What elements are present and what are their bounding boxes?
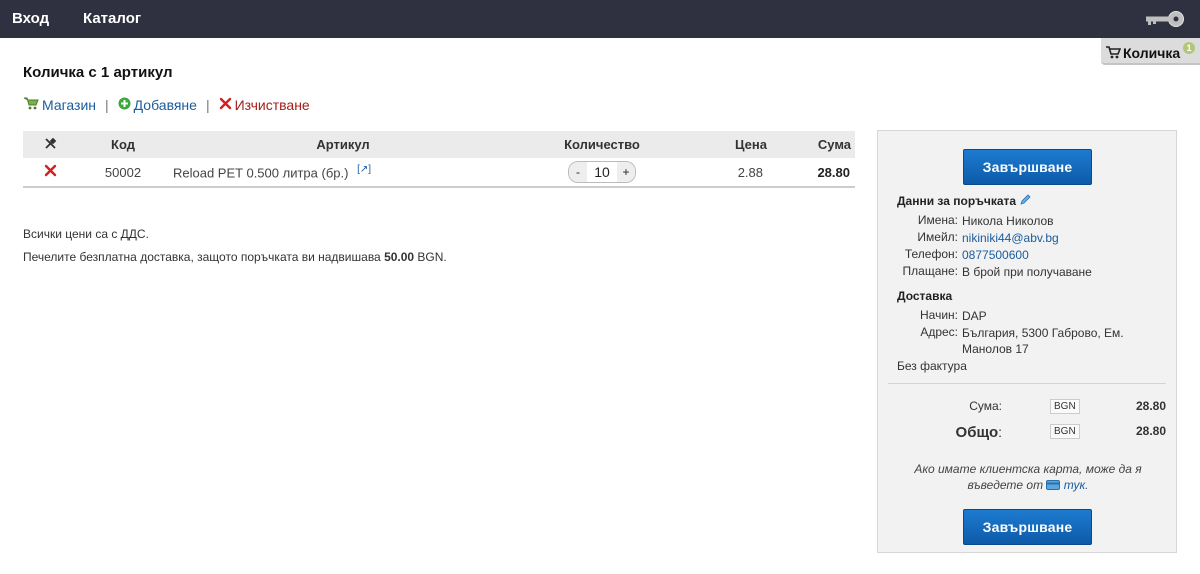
total-amount: 28.80 bbox=[1135, 424, 1166, 438]
add-circle-icon bbox=[118, 97, 131, 113]
cart-tab-label: Количка bbox=[1123, 45, 1181, 61]
client-card-link[interactable]: тук. bbox=[1064, 478, 1089, 492]
free-delivery-text: Печелите безплатна доставка, защото поръ… bbox=[23, 250, 385, 264]
add-link[interactable]: Добавяне bbox=[118, 97, 197, 113]
cart-icon bbox=[1106, 46, 1122, 62]
order-name-row: Имена: Никола Николов bbox=[878, 213, 1178, 229]
clear-cart-link[interactable]: Изчистване bbox=[219, 97, 310, 113]
method-value: DAP bbox=[962, 309, 987, 323]
finish-order-button-top[interactable]: Завършване bbox=[963, 149, 1092, 185]
item-price: 2.88 bbox=[686, 158, 776, 188]
name-label: Имена: bbox=[917, 213, 958, 227]
table-header-row: Код Артикул Количество Цена Сума bbox=[23, 131, 855, 158]
total-label: Общо: bbox=[956, 424, 1002, 441]
quantity-input[interactable]: 10 bbox=[587, 164, 617, 180]
payment-label: Плащане: bbox=[902, 264, 958, 278]
key-icon[interactable] bbox=[1144, 9, 1186, 32]
cart-table: Код Артикул Количество Цена Сума 50002 R… bbox=[23, 131, 855, 188]
delivery-method-row: Начин: DAP bbox=[878, 308, 1178, 324]
item-name-cell: Reload PET 0.500 литра (бр.) [↗] bbox=[168, 158, 518, 188]
header-sum: Сума bbox=[776, 131, 855, 158]
client-card-note: Ако имате клиентска карта, може да я във… bbox=[898, 461, 1158, 493]
remove-item-icon[interactable] bbox=[44, 164, 57, 180]
free-delivery-amount: 50.00 bbox=[384, 250, 415, 264]
email-label: Имейл: bbox=[917, 230, 958, 244]
table-row: 50002 Reload PET 0.500 литра (бр.) [↗] -… bbox=[23, 158, 855, 188]
cart-notes: Всички цени са с ДДС. Печелите безплатна… bbox=[23, 227, 447, 273]
header-price: Цена bbox=[686, 131, 776, 158]
header-item: Артикул bbox=[168, 131, 518, 158]
add-link-label: Добавяне bbox=[133, 97, 197, 113]
shop-link[interactable]: Магазин bbox=[23, 97, 97, 113]
payment-value: В брой при получаване bbox=[962, 265, 1092, 279]
invoice-note: Без фактура bbox=[897, 359, 967, 373]
address-label: Адрес: bbox=[920, 325, 958, 339]
cart-count-badge: 1 bbox=[1183, 42, 1195, 54]
total-label-word: Общо bbox=[955, 424, 999, 441]
page-title: Количка с 1 артикул bbox=[23, 64, 173, 81]
phone-label: Телефон: bbox=[904, 247, 958, 261]
method-label: Начин: bbox=[920, 308, 958, 322]
delivery-address-row: Адрес: България, 5300 Габрово, Ем. Манол… bbox=[878, 325, 1178, 357]
subtotal-row: Сума: BGN 28.80 bbox=[878, 399, 1178, 417]
header-code: Код bbox=[78, 131, 168, 158]
order-email-row: Имейл: nikiniki44@abv.bg bbox=[878, 230, 1178, 246]
subtotal-label: Сума: bbox=[969, 399, 1002, 413]
client-card-text: Ако имате клиентска карта, може да я във… bbox=[914, 462, 1142, 492]
quantity-increase-button[interactable]: + bbox=[617, 162, 635, 182]
finish-order-button-bottom[interactable]: Завършване bbox=[963, 509, 1092, 545]
quantity-stepper: - 10 + bbox=[568, 161, 636, 183]
login-link[interactable]: Вход bbox=[12, 10, 49, 27]
quantity-decrease-button[interactable]: - bbox=[569, 162, 587, 182]
quantity-cell: - 10 + bbox=[518, 158, 686, 188]
email-link[interactable]: nikiniki44@abv.bg bbox=[962, 230, 1152, 246]
delivery-title: Доставка bbox=[897, 289, 953, 303]
free-delivery-currency: BGN. bbox=[414, 250, 447, 264]
separator: | bbox=[205, 97, 210, 113]
client-card-icon bbox=[1046, 478, 1063, 492]
divider bbox=[888, 383, 1166, 384]
clear-cart-label: Изчистване bbox=[234, 97, 310, 113]
cart-tab[interactable]: Количка 1 bbox=[1101, 38, 1200, 65]
order-details-heading: Данни за поръчката bbox=[897, 194, 1017, 208]
vat-note: Всички цени са с ДДС. bbox=[23, 227, 149, 241]
item-name: Reload PET 0.500 литра (бр.) bbox=[173, 165, 349, 181]
address-value: България, 5300 Габрово, Ем. Манолов 17 bbox=[962, 326, 1124, 356]
remove-item-cell bbox=[23, 158, 78, 188]
top-navigation-bar: Вход Каталог bbox=[0, 0, 1200, 38]
total-currency: BGN bbox=[1050, 424, 1080, 439]
order-details-title: Данни за поръчката bbox=[897, 194, 1032, 208]
total-row: Общо: BGN 28.80 bbox=[878, 424, 1178, 446]
tools-icon bbox=[44, 137, 57, 153]
header-tools bbox=[23, 131, 78, 158]
item-code: 50002 bbox=[78, 158, 168, 188]
header-quantity: Количество bbox=[518, 131, 686, 158]
shop-link-label: Магазин bbox=[42, 97, 97, 113]
order-payment-row: Плащане: В брой при получаване bbox=[878, 264, 1178, 280]
subtotal-amount: 28.80 bbox=[1135, 399, 1166, 413]
phone-link[interactable]: 0877500600 bbox=[962, 247, 1152, 263]
clear-x-icon bbox=[219, 97, 232, 113]
edit-pencil-icon[interactable] bbox=[1019, 194, 1032, 208]
shop-cart-icon bbox=[23, 97, 39, 113]
cart-toolbar: Магазин | Добавяне | Изчистване bbox=[23, 97, 310, 113]
catalog-link[interactable]: Каталог bbox=[83, 10, 141, 27]
separator: | bbox=[105, 97, 109, 113]
subtotal-currency: BGN bbox=[1050, 399, 1080, 414]
order-phone-row: Телефон: 0877500600 bbox=[878, 247, 1178, 263]
free-delivery-note: Печелите безплатна доставка, защото поръ… bbox=[23, 250, 447, 264]
item-sum: 28.80 bbox=[776, 158, 855, 188]
name-value: Никола Николов bbox=[962, 214, 1054, 228]
order-summary-panel: Завършване Данни за поръчката Имена: Ник… bbox=[877, 130, 1177, 553]
total-label-colon: : bbox=[998, 424, 1002, 440]
item-external-link[interactable]: [↗] bbox=[357, 164, 371, 175]
